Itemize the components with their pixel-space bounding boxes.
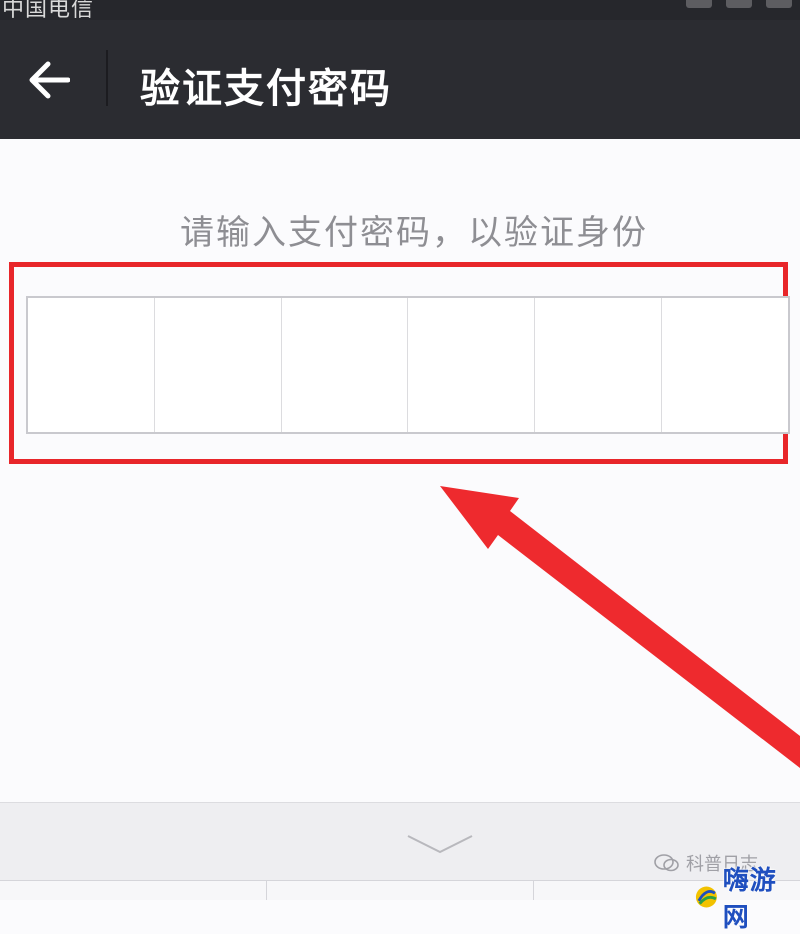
keypad-key[interactable] xyxy=(267,881,534,900)
back-button[interactable] xyxy=(18,50,78,110)
page-title: 验证支付密码 xyxy=(140,66,392,112)
title-bar: 验证支付密码 xyxy=(0,20,800,139)
password-digit-cell[interactable] xyxy=(535,298,663,432)
carrier-label: 中国电信 xyxy=(2,0,95,20)
password-digit-cell[interactable] xyxy=(282,298,409,432)
site-logo-icon xyxy=(695,886,717,908)
chevron-down-icon xyxy=(407,835,473,854)
title-divider xyxy=(106,50,108,106)
password-input[interactable] xyxy=(26,296,790,434)
wechat-icon xyxy=(654,854,679,872)
battery-icon xyxy=(766,0,792,8)
password-prompt: 请输入支付密码，以验证身份 xyxy=(180,213,648,253)
collapse-keyboard-button[interactable] xyxy=(400,830,480,860)
password-digit-cell[interactable] xyxy=(662,298,788,432)
signal-icon xyxy=(686,0,712,8)
status-icons xyxy=(686,0,792,8)
wifi-icon xyxy=(726,0,752,8)
keypad-key[interactable] xyxy=(0,881,267,900)
watermark-site-text: 嗨游网 xyxy=(722,866,777,933)
password-digit-cell[interactable] xyxy=(28,298,155,432)
watermark-logo: 嗨游网 xyxy=(694,860,800,934)
keypad-row xyxy=(0,880,800,900)
back-arrow-icon xyxy=(29,61,70,99)
password-digit-cell[interactable] xyxy=(155,298,282,432)
status-bar: 中国电信 xyxy=(0,0,800,20)
password-digit-cell[interactable] xyxy=(408,298,536,432)
